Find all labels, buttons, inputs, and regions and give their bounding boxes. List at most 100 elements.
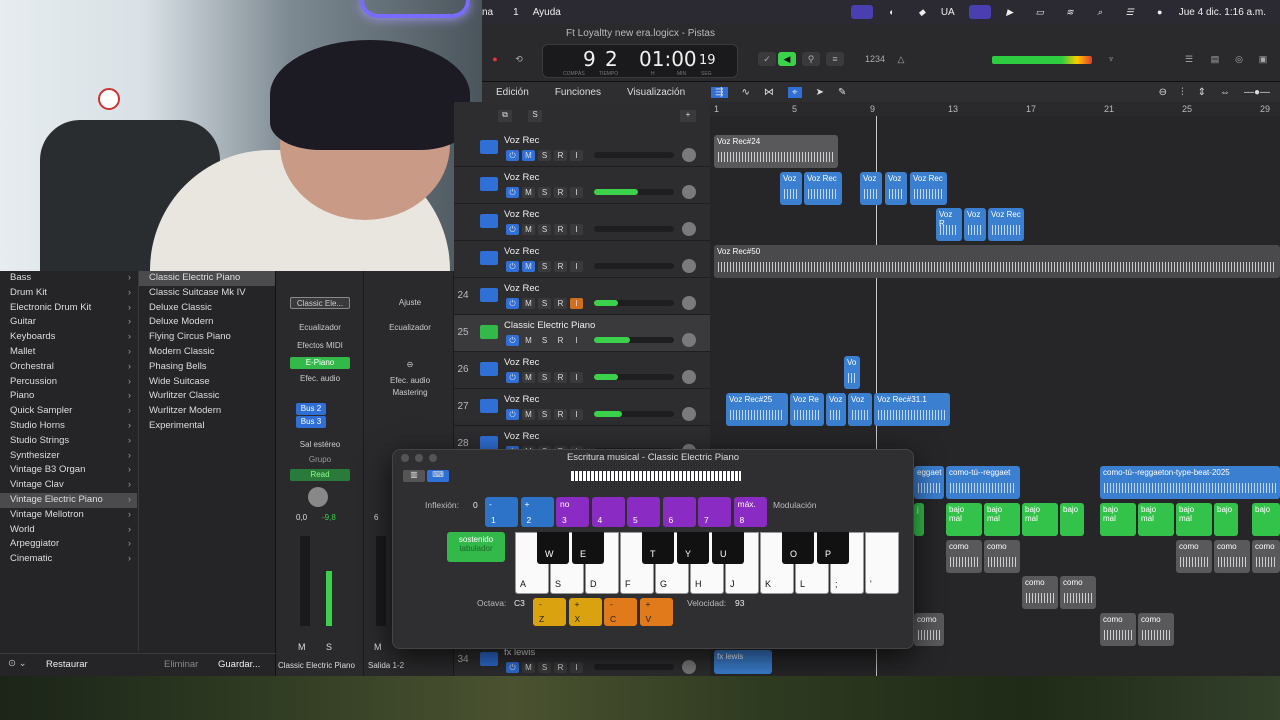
menu-item-na[interactable]: na [482, 7, 493, 18]
menu-item-help[interactable]: Ayuda [533, 7, 561, 18]
track-pan-knob[interactable] [682, 222, 696, 236]
power-icon[interactable]: ⏻ [506, 335, 519, 346]
cycle-icon[interactable]: ⟲ [510, 52, 528, 66]
send-bus-3[interactable]: Bus 3 [296, 416, 326, 428]
wifi-icon[interactable]: ≋ [1059, 5, 1081, 19]
library-patch[interactable]: Classic Suitcase Mk IV [139, 286, 275, 301]
library-category[interactable]: Studio Horns › [0, 419, 137, 434]
track-name[interactable]: Voz Rec [504, 394, 539, 405]
link-icon[interactable]: ⊖ [380, 359, 440, 371]
notepad-icon[interactable]: ▤ [1206, 52, 1224, 66]
library-category[interactable]: Orchestral › [0, 360, 137, 375]
solo-button[interactable]: S [538, 150, 551, 161]
track-volume-slider[interactable] [594, 300, 674, 306]
mute-button[interactable]: M [522, 409, 535, 420]
track-header[interactable]: Voz Rec ⏻ M S R I [454, 204, 710, 241]
list-editor-icon[interactable]: ☰ [1180, 52, 1198, 66]
volume-fader[interactable] [300, 536, 310, 626]
library-category[interactable]: Studio Strings › [0, 434, 137, 449]
track-icon[interactable] [480, 325, 498, 339]
solo-button[interactable]: S [538, 298, 551, 309]
track-pan-knob[interactable] [682, 185, 696, 199]
input-monitor-button[interactable]: I [570, 372, 583, 383]
typing-view-icon[interactable]: ⌨ [427, 470, 449, 482]
mute-button[interactable]: M [522, 372, 535, 383]
track-header[interactable]: 27 Voz Rec ⏻ M S R I [454, 389, 710, 426]
loop-browser-icon[interactable]: ◎ [1230, 52, 1248, 66]
region[interactable]: como [1252, 540, 1280, 573]
mute-button[interactable]: M [522, 224, 535, 235]
track-icon[interactable] [480, 288, 498, 302]
library-category[interactable]: Bass › [0, 271, 137, 286]
region[interactable]: bajo mal [1100, 503, 1136, 536]
region[interactable]: bajo [1214, 503, 1238, 536]
mute-button[interactable]: M [522, 662, 535, 673]
mute-button[interactable]: M [522, 150, 535, 161]
keyboard-view-icon[interactable]: ▥ [403, 470, 425, 482]
library-category[interactable]: Mallet › [0, 345, 137, 360]
region[interactable]: bajo mal [1022, 503, 1058, 536]
black-key[interactable]: E [572, 532, 604, 564]
siri-icon[interactable]: ● [1149, 5, 1171, 19]
record-enable-button[interactable]: R [554, 409, 567, 420]
library-category[interactable]: Percussion › [0, 375, 137, 390]
record-enable-button[interactable]: R [554, 335, 567, 346]
region[interactable]: como-tú--reggaet [946, 466, 1020, 499]
save-button[interactable]: Guardar... [218, 659, 260, 670]
black-key[interactable]: P [817, 532, 849, 564]
menu-functions[interactable]: Funciones [555, 87, 601, 98]
region[interactable]: como [1060, 576, 1096, 609]
mute-button[interactable]: M [522, 335, 535, 346]
play-icon[interactable]: ▶ [999, 5, 1021, 19]
library-patch[interactable]: Wurlitzer Modern [139, 404, 275, 419]
region[interactable]: Voz [860, 172, 882, 205]
library-patch[interactable]: Experimental [139, 419, 275, 434]
flex-icon[interactable]: ⋈ [764, 87, 774, 98]
pitch-modulation-key[interactable]: 4 [591, 497, 625, 527]
library-category[interactable]: Arpeggiator › [0, 537, 137, 552]
region[interactable]: como [1214, 540, 1250, 573]
track-pan-knob[interactable] [682, 660, 696, 674]
track-header[interactable]: Voz Rec ⏻ M S R I [454, 241, 710, 278]
track-volume-slider[interactable] [594, 337, 674, 343]
library-patch[interactable]: Deluxe Modern [139, 315, 275, 330]
track-volume-slider[interactable] [594, 263, 674, 269]
eq-slot[interactable]: Ecualizador [290, 322, 350, 334]
solo-icon[interactable]: ◀ [778, 52, 796, 66]
track-pan-knob[interactable] [682, 259, 696, 273]
library-category[interactable]: Drum Kit › [0, 286, 137, 301]
instrument-slot[interactable]: E-Piano [290, 357, 350, 369]
power-icon[interactable]: ⏻ [506, 409, 519, 420]
black-key[interactable]: U [712, 532, 744, 564]
library-category[interactable]: Guitar › [0, 315, 137, 330]
input-monitor-button[interactable]: I [570, 224, 583, 235]
control-center-icon[interactable]: ☰ [1119, 5, 1141, 19]
pitch-modulation-key[interactable]: 6 [662, 497, 696, 527]
mute-button[interactable]: M [298, 642, 306, 652]
library-patch[interactable]: Deluxe Classic [139, 301, 275, 316]
pitch-modulation-key[interactable]: +2 [520, 497, 554, 527]
input-monitor-button[interactable]: I [570, 150, 583, 161]
zoom-slider[interactable]: —●— [1244, 87, 1270, 98]
region[interactable]: Voz Rec#24 [714, 135, 838, 168]
datetime[interactable]: Jue 4 dic. 1:16 a.m. [1179, 7, 1266, 18]
window-icon[interactable] [968, 5, 991, 19]
output-setting-slot[interactable]: Ajuste [380, 297, 440, 309]
power-icon[interactable]: ⏻ [506, 662, 519, 673]
track-header[interactable]: 26 Voz Rec ⏻ M S R I [454, 352, 710, 389]
region[interactable]: Voz Rec [804, 172, 842, 205]
tuner-icon[interactable]: ✓ [758, 52, 776, 66]
output-audio-fx[interactable]: Efec. audio [380, 375, 440, 387]
track-volume-slider[interactable] [594, 664, 674, 670]
record-enable-button[interactable]: R [554, 662, 567, 673]
mastering-slot[interactable]: Mastering [380, 387, 440, 399]
duplicate-track-icon[interactable]: ⧉ [498, 110, 512, 122]
region[interactable]: como [984, 540, 1020, 573]
mute-button[interactable]: M [522, 298, 535, 309]
record-enable-button[interactable]: R [554, 372, 567, 383]
track-icon[interactable] [480, 214, 498, 228]
output-eq-slot[interactable]: Ecualizador [380, 322, 440, 334]
track-pan-knob[interactable] [682, 296, 696, 310]
input-monitor-button[interactable]: I [570, 187, 583, 198]
add-track-icon[interactable]: + [680, 110, 696, 122]
